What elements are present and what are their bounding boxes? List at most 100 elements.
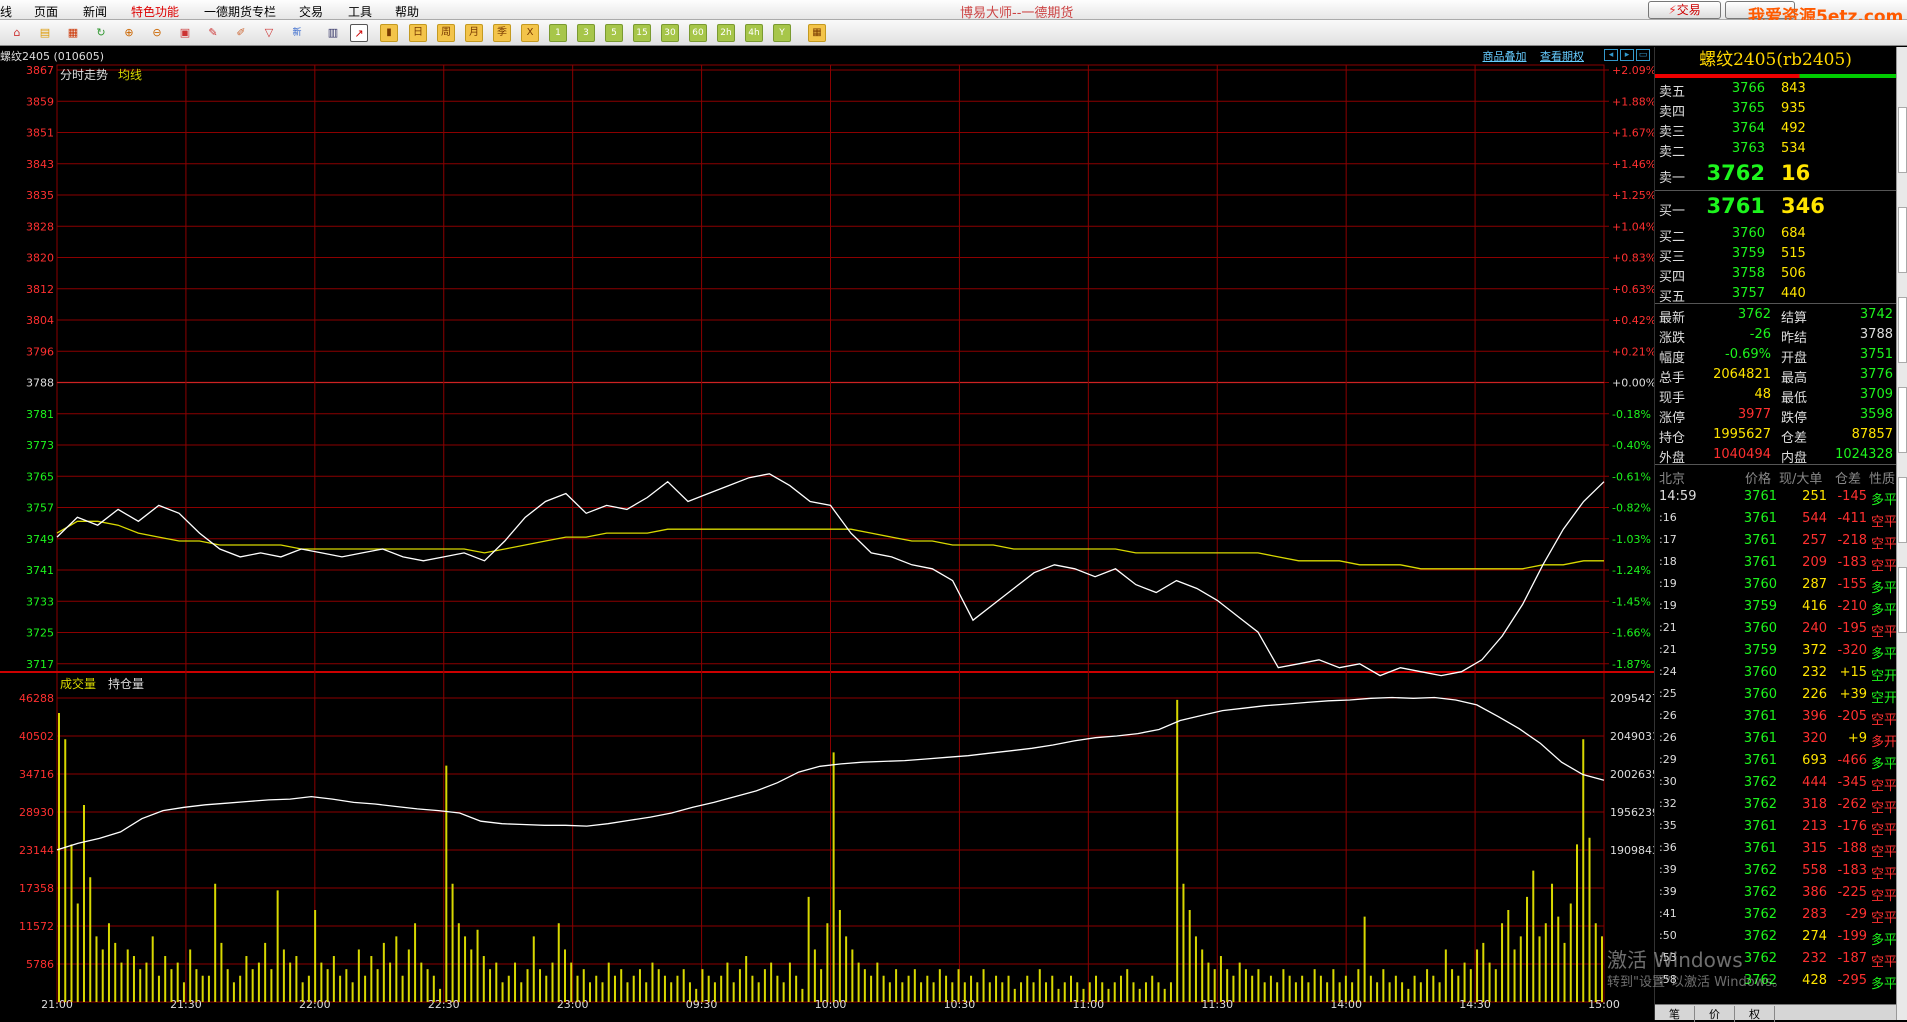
tick-header: 北京 价格 现/大单 仓差 性质 (1655, 465, 1896, 487)
period-60m-button[interactable]: 60 (689, 24, 707, 42)
ask-level-5-price: 3766 (1731, 81, 1765, 96)
side-tab[interactable] (1898, 477, 1907, 543)
period-year-button[interactable]: Y (773, 24, 791, 42)
tick-volume: 320 (1802, 731, 1827, 746)
windows-activation-hint: 转到"设置"以激活 Windows。 (1607, 975, 1786, 990)
tick-price: 3761 (1743, 555, 1777, 570)
panel-tabs: 笔 价 权 (1655, 1004, 1897, 1022)
period-2h-button[interactable]: 2h (717, 24, 735, 42)
volume-tick-label: 5786 (26, 958, 54, 971)
bid-level-5[interactable]: 买五 3757 440 (1655, 283, 1896, 305)
period-month-button[interactable]: 月 (465, 24, 483, 42)
tick-price: 3762 (1743, 885, 1777, 900)
chart-links: 商品叠加 查看期权 (1473, 48, 1585, 64)
period-day-button[interactable]: 日 (409, 24, 427, 42)
brush-icon[interactable]: ✐ (232, 24, 250, 42)
tick-price: 3761 (1743, 489, 1777, 504)
zoom-in-icon[interactable]: ⊕ (120, 24, 138, 42)
period-15m-button[interactable]: 15 (633, 24, 651, 42)
chart-expand-icon[interactable]: ▭ (1636, 49, 1650, 61)
table-icon[interactable]: ▥ (324, 24, 342, 42)
side-tab[interactable] (1898, 387, 1907, 453)
bid-level-3[interactable]: 买三 3759 515 (1655, 243, 1896, 265)
period-1m-button[interactable]: 1 (549, 24, 567, 42)
bid-level-4[interactable]: 买四 3758 506 (1655, 263, 1896, 285)
app-title: 博易大师--一德期货 (960, 6, 1074, 21)
ask-level-2[interactable]: 卖二 3763 534 (1655, 138, 1896, 160)
side-tab[interactable] (1898, 107, 1907, 173)
period-3m-button[interactable]: 3 (577, 24, 595, 42)
ask-level-4[interactable]: 卖四 3765 935 (1655, 98, 1896, 120)
period-4h-button[interactable]: 4h (745, 24, 763, 42)
tick-row: :21 3760 240 -195 空平 (1655, 617, 1897, 640)
tick-oi-change: -183 (1837, 555, 1867, 570)
tick-price: 3761 (1743, 511, 1777, 526)
zoom-out-icon[interactable]: ⊖ (148, 24, 166, 42)
toolbar: ⌂ ▤ ▦ ↻ ⊕ ⊖ ▣ ✎ ✐ ▽ 新 ▥ ↗ ▮ 日 周 月 季 X 1 … (0, 20, 1907, 46)
period-30m-button[interactable]: 30 (661, 24, 679, 42)
tick-time: :32 (1659, 797, 1677, 810)
menu-item-features[interactable]: 特色功能 (131, 3, 179, 20)
chart-next-icon[interactable]: ▸ (1620, 49, 1634, 61)
pct-tick-label: -0.40% (1612, 439, 1651, 452)
oi-legend: 持仓量 (108, 676, 144, 691)
filter-icon[interactable]: ▽ (260, 24, 278, 42)
menu-item-line[interactable]: 线 (0, 3, 12, 20)
tick-row: :17 3761 257 -218 空平 (1655, 529, 1897, 552)
pct-tick-label: +2.09% (1612, 64, 1654, 77)
calculator-icon[interactable]: ▦ (808, 24, 826, 42)
chart-prev-icon[interactable]: ◂ (1604, 49, 1618, 61)
folder-icon[interactable]: ▤ (36, 24, 54, 42)
period-5m-button[interactable]: 5 (605, 24, 623, 42)
volume-tick-label: 40502 (19, 730, 54, 743)
volume-tick-label: 46288 (19, 692, 54, 705)
quote-title: 螺纹2405(rb2405) (1699, 50, 1852, 70)
tick-oi-change: +9 (1847, 731, 1867, 746)
period-quarter-button[interactable]: 季 (493, 24, 511, 42)
bid1-price: 3761 (1706, 194, 1765, 218)
menu-item-page[interactable]: 页面 (34, 3, 58, 20)
window-icon[interactable]: ▣ (176, 24, 194, 42)
news-icon[interactable]: ▦ (64, 24, 82, 42)
home-icon[interactable]: ⌂ (8, 24, 26, 42)
windows-activation-watermark: 激活 Windows (1607, 948, 1743, 972)
stat-value: 3977 (1737, 407, 1771, 422)
bid-level-2[interactable]: 买二 3760 684 (1655, 223, 1896, 245)
tick-volume: 544 (1802, 511, 1827, 526)
refresh-icon[interactable]: ↻ (92, 24, 110, 42)
kline-icon[interactable]: ▮ (380, 24, 398, 42)
stat-value: 1995627 (1713, 427, 1771, 442)
side-tab[interactable] (1898, 207, 1907, 273)
tick-row: :35 3761 213 -176 空平 (1655, 815, 1897, 838)
period-week-button[interactable]: 周 (437, 24, 455, 42)
price-tick-label: 3843 (26, 158, 54, 171)
pen-icon[interactable]: ✎ (204, 24, 222, 42)
menu-item-column[interactable]: 一德期货专栏 (204, 3, 276, 20)
period-x-button[interactable]: X (521, 24, 539, 42)
ask-level-3-price: 3764 (1731, 121, 1765, 136)
stat-row: 涨停 3977 跌停 3598 (1655, 404, 1896, 426)
stat-value: -26 (1749, 327, 1771, 342)
side-tab[interactable] (1898, 297, 1907, 363)
menu-item-trade[interactable]: 交易 (299, 3, 323, 20)
trade-button[interactable]: ⚡交易 (1648, 1, 1721, 19)
menu-item-help[interactable]: 帮助 (395, 3, 419, 20)
price-tick-label: 3717 (26, 658, 54, 671)
price-tick-label: 3773 (26, 439, 54, 452)
ask-level-1[interactable]: 卖一 3762 16 (1655, 158, 1896, 190)
tick-list[interactable]: 14:59 3761 251 -145 多平:16 3761 544 -411 空平:17 376… (1655, 485, 1897, 992)
bid-level-1[interactable]: 买一 3761 346 (1655, 191, 1896, 223)
menu-item-tools[interactable]: 工具 (348, 3, 372, 20)
tick-oi-change: -176 (1837, 819, 1867, 834)
pct-tick-label: -1.24% (1612, 564, 1651, 577)
chart-icon[interactable]: ↗ (350, 24, 368, 42)
new-icon[interactable]: 新 (288, 24, 306, 42)
intraday-chart[interactable]: 3867 +2.09% 3859 +1.88% 3851 +1.67% 3843 +1.46%… (0, 47, 1654, 1020)
ask-level-5[interactable]: 卖五 3766 843 (1655, 78, 1896, 100)
view-options-link[interactable]: 查看期权 (1540, 50, 1584, 63)
menu-item-news[interactable]: 新闻 (83, 3, 107, 20)
ask-level-3[interactable]: 卖三 3764 492 (1655, 118, 1896, 140)
side-tab[interactable] (1898, 567, 1907, 633)
overlay-commodity-link[interactable]: 商品叠加 (1483, 50, 1527, 63)
price-tick-label: 3835 (26, 189, 54, 202)
